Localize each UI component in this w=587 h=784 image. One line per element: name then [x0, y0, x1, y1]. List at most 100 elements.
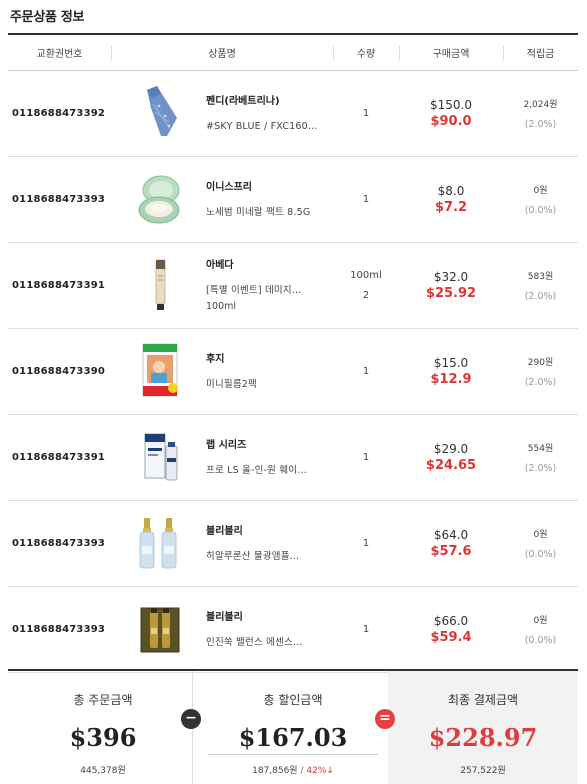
table-row: 0118688473391 아베다 [특별 이벤트] 데미지… 100ml 10…	[8, 242, 578, 328]
exchange-no: 0118688473391	[12, 279, 106, 291]
header-exchange-no: 교환권번호	[8, 34, 111, 71]
sale-price: $24.65	[425, 457, 477, 473]
points-amount: 0원	[533, 529, 548, 540]
instant-film-pack-icon[interactable]	[137, 342, 183, 400]
product-cell[interactable]: 블리블리 인진쑥 밸런스 에센스…	[111, 600, 333, 658]
original-price: $8.0	[437, 183, 465, 198]
exchange-no: 0118688473393	[12, 193, 106, 205]
points-rate: (0.0%)	[524, 204, 557, 216]
original-price: $15.0	[433, 355, 469, 370]
quantity: 1	[362, 451, 370, 463]
payment-summary: 총 주문금액 $396 445,378원 총 할인금액 $167.03 187,…	[8, 669, 578, 784]
total-discount-detail: 187,856원 / 42%↓	[208, 754, 378, 776]
quantity: 1	[362, 365, 370, 377]
product-brand[interactable]: 랩 시리즈	[206, 436, 333, 451]
original-price: $32.0	[433, 269, 469, 284]
points-amount: 0원	[533, 185, 548, 196]
table-row: 0118688473391 랩 시리즈 프로 LS 올-인-원 훼이… 1 $2…	[8, 414, 578, 500]
product-cell[interactable]: 펜디(라베트리나) #SKY BLUE / FXC160…	[111, 84, 333, 142]
equals-icon: =	[375, 709, 395, 729]
quantity: 1	[362, 537, 370, 549]
essence-gift-box-icon[interactable]	[137, 600, 183, 658]
exchange-no: 0118688473390	[12, 365, 106, 377]
points-rate: (0.0%)	[524, 548, 557, 560]
header-product: 상품명	[111, 34, 333, 71]
header-points: 적립금	[503, 34, 578, 71]
total-order-box: 총 주문금액 $396 445,378원	[8, 671, 198, 784]
sale-price: $12.9	[430, 371, 472, 387]
product-brand[interactable]: 아베다	[206, 256, 333, 271]
product-name[interactable]: 미니필름2팩	[206, 377, 326, 393]
exchange-no: 0118688473393	[12, 623, 106, 635]
quantity: 2	[362, 289, 370, 301]
table-row: 0118688473390 후지 미니필름2팩 1 $15.0 $12.9 29…	[8, 328, 578, 414]
exchange-no: 0118688473392	[12, 107, 106, 119]
table-row: 0118688473393	[8, 586, 578, 672]
minus-icon: −	[181, 709, 201, 729]
product-name[interactable]: 노세범 미네랄 팩트 8.5G	[206, 205, 326, 221]
discount-percent: 42%↓	[306, 766, 334, 776]
points-rate: (2.0%)	[524, 118, 557, 130]
exchange-no: 0118688473391	[12, 451, 106, 463]
lotion-bottle-icon[interactable]	[137, 428, 183, 486]
product-option: 100ml	[206, 300, 237, 312]
product-name[interactable]: 인진쑥 밸런스 에센스…	[206, 635, 326, 651]
total-discount-won: 187,856원	[252, 766, 298, 776]
product-name[interactable]: #SKY BLUE / FXC160…	[206, 119, 326, 135]
serum-dropper-bottles-icon[interactable]	[137, 514, 183, 572]
final-payment-value: $228.97	[428, 723, 538, 752]
quantity: 1	[362, 623, 370, 635]
sale-price: $7.2	[434, 199, 468, 215]
product-cell[interactable]: 후지 미니필름2팩	[111, 342, 333, 400]
final-payment-label: 최종 결제금액	[447, 693, 519, 707]
table-row: 0118688473392 펜디(라베트리나) #SKY BLUE / FXC1…	[8, 70, 578, 156]
order-items-table: 교환권번호 상품명 수량 구매금액 적립금 0118688473392 펜디(라…	[8, 33, 578, 673]
total-discount-box: 총 할인금액 $167.03 187,856원 / 42%↓	[198, 671, 388, 784]
table-row: 0118688473393	[8, 500, 578, 586]
points-rate: (2.0%)	[524, 290, 557, 302]
necktie-icon[interactable]	[137, 84, 183, 142]
points-rate: (2.0%)	[524, 462, 557, 474]
original-price: $66.0	[433, 613, 469, 628]
product-cell[interactable]: 아베다 [특별 이벤트] 데미지… 100ml	[111, 256, 333, 315]
points-amount: 2,024원	[523, 99, 558, 110]
points-rate: (2.0%)	[524, 376, 557, 388]
header-qty: 수량	[333, 34, 399, 71]
final-payment-won: 257,522원	[460, 766, 506, 776]
table-header-row: 교환권번호 상품명 수량 구매금액 적립금	[8, 34, 578, 71]
total-discount-value: $167.03	[238, 723, 348, 752]
product-cell[interactable]: 블리블리 히알루론산 물광앰플…	[111, 514, 333, 572]
points-amount: 583원	[527, 271, 554, 282]
product-name[interactable]: [특별 이벤트] 데미지…	[206, 283, 326, 299]
product-cell[interactable]: 이니스프리 노세범 미네랄 팩트 8.5G	[111, 170, 333, 228]
section-title: 주문상품 정보	[10, 10, 85, 25]
product-name[interactable]: 프로 LS 올-인-원 훼이…	[206, 463, 326, 479]
cream-tube-icon[interactable]	[137, 256, 183, 314]
powder-compact-icon[interactable]	[137, 170, 183, 228]
total-order-label: 총 주문금액	[73, 693, 133, 707]
original-price: $150.0	[430, 97, 472, 112]
quantity: 1	[362, 193, 370, 205]
product-brand[interactable]: 블리블리	[206, 522, 333, 537]
product-brand[interactable]: 후지	[206, 350, 333, 365]
total-order-value: $396	[69, 723, 137, 752]
sale-price: $90.0	[430, 113, 472, 129]
table-row: 0118688473393 이니스프리 노세범 미네랄 팩트 8.5G 1 $8…	[8, 156, 578, 242]
product-name[interactable]: 히알루론산 물광앰플…	[206, 549, 326, 565]
product-brand[interactable]: 펜디(라베트리나)	[206, 92, 333, 107]
original-price: $64.0	[433, 527, 469, 542]
total-order-won: 445,378원	[80, 766, 126, 776]
quantity: 1	[362, 107, 370, 119]
original-price: $29.0	[433, 441, 469, 456]
points-amount: 0원	[533, 615, 548, 626]
sale-price: $59.4	[430, 629, 472, 645]
points-amount: 290원	[527, 357, 554, 368]
points-amount: 554원	[527, 443, 554, 454]
product-brand[interactable]: 이니스프리	[206, 178, 333, 193]
sale-price: $57.6	[430, 543, 472, 559]
header-price: 구매금액	[399, 34, 503, 71]
total-discount-label: 총 할인금액	[263, 693, 323, 707]
points-rate: (0.0%)	[524, 634, 557, 646]
product-cell[interactable]: 랩 시리즈 프로 LS 올-인-원 훼이…	[111, 428, 333, 486]
product-brand[interactable]: 블리블리	[206, 608, 333, 623]
